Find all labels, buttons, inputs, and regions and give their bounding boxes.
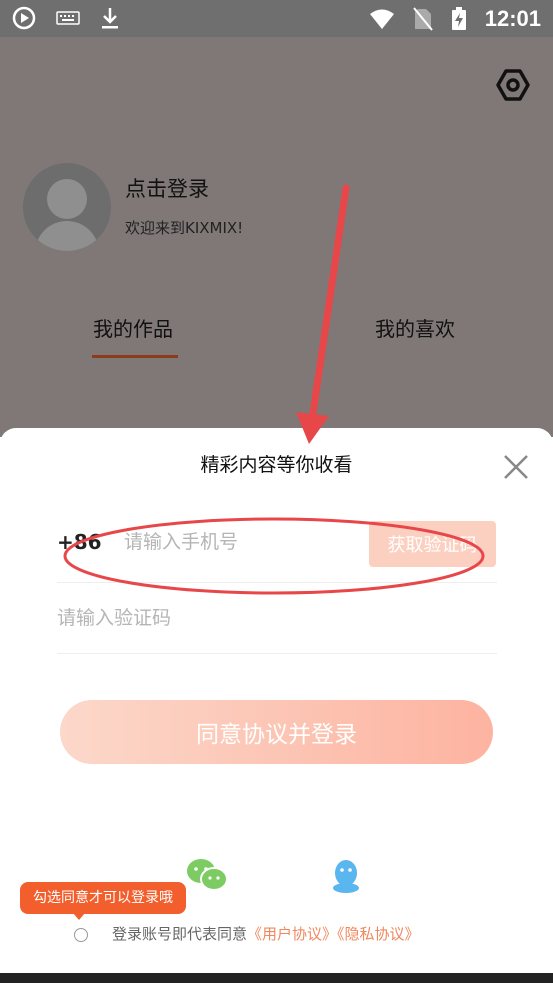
tooltip-tail (73, 913, 85, 920)
avatar-head-shape (47, 179, 87, 219)
login-sheet: 精彩内容等你收看 +86 获取验证码 同意协议并登录 勾选同意才可以登录哦 登录… (0, 428, 553, 973)
login-prompt[interactable]: 点击登录 (125, 173, 209, 203)
agreement-checkbox[interactable] (74, 928, 88, 942)
avatar-body-shape (35, 221, 99, 251)
navigation-bar (0, 973, 553, 983)
close-icon[interactable] (501, 452, 531, 482)
wechat-icon[interactable] (186, 858, 228, 892)
battery-charging-icon (451, 7, 466, 30)
welcome-text: 欢迎来到KIXMIX! (125, 219, 244, 237)
tab-my-likes[interactable]: 我的喜欢 (375, 313, 455, 342)
user-agreement-link[interactable]: 《用户协议》 (247, 925, 337, 943)
sheet-title: 精彩内容等你收看 (200, 454, 353, 476)
phone-divider (57, 582, 497, 583)
verification-code-input[interactable] (57, 603, 357, 633)
agreement-text: 登录账号即代表同意《用户协议》《隐私协议》 (112, 923, 420, 944)
profile-page: 点击登录 欢迎来到KIXMIX! 我的作品 我的喜欢 (0, 37, 553, 437)
tab-my-works[interactable]: 我的作品 (93, 313, 173, 342)
wifi-icon (369, 9, 394, 29)
active-tab-indicator (92, 355, 178, 358)
country-code[interactable]: +86 (57, 530, 102, 554)
avatar[interactable] (23, 163, 111, 251)
agree-login-button[interactable]: 同意协议并登录 (60, 700, 493, 764)
keyboard-icon (56, 11, 80, 25)
download-icon (102, 8, 118, 29)
agreement-tooltip: 勾选同意才可以登录哦 (20, 882, 186, 914)
qq-icon[interactable] (330, 858, 362, 894)
phone-input[interactable] (124, 527, 354, 557)
hexagon-gear-icon[interactable] (495, 67, 531, 103)
get-code-button[interactable]: 获取验证码 (369, 521, 496, 567)
no-sim-icon (412, 7, 433, 31)
status-bar: 12:01 (0, 0, 553, 37)
code-divider (57, 653, 497, 654)
status-time: 12:01 (484, 6, 541, 31)
privacy-policy-link[interactable]: 《隐私协议》 (337, 925, 420, 943)
agreement-prefix: 登录账号即代表同意 (112, 925, 248, 943)
media-play-icon (12, 6, 36, 30)
